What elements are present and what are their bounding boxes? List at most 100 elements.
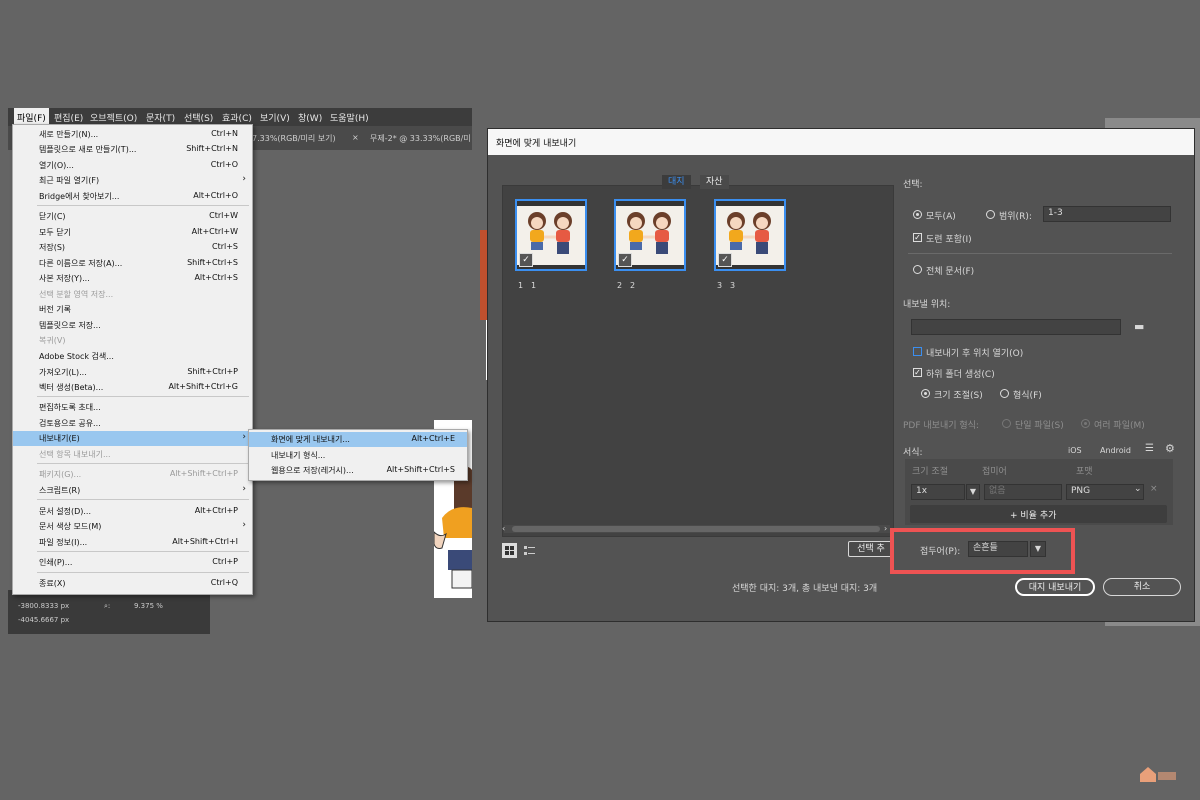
column-suffix: 접미어 [982, 467, 1007, 477]
doc-tab-2[interactable]: 무제-2* @ 33.33%(RGB/미 [370, 133, 471, 144]
full-document-radio[interactable] [913, 265, 922, 274]
by-size-radio[interactable] [921, 389, 930, 398]
include-bleed-label: 도련 포함(I) [926, 235, 972, 245]
pdf-single-label: 단일 파일(S) [1015, 421, 1064, 431]
menu-item-shortcut: Alt+Ctrl+S [194, 273, 238, 282]
file-menu-item[interactable]: 문서 설정(D)... Alt+Ctrl+P [13, 504, 252, 519]
android-preset-button[interactable]: Android [1100, 446, 1131, 455]
file-menu-item[interactable]: 가져오기(L)... Shift+Ctrl+P [13, 365, 252, 380]
open-after-export-checkbox[interactable] [913, 347, 922, 356]
close-tab-icon[interactable]: × [352, 133, 359, 142]
all-radio[interactable] [913, 210, 922, 219]
file-menu-item[interactable]: 편집하도록 초대... [13, 400, 252, 415]
file-menu-item[interactable]: 열기(O)... Ctrl+O [13, 158, 252, 173]
list-view-icon[interactable] [522, 543, 537, 558]
export-location-input[interactable] [911, 319, 1121, 335]
checkmark-icon[interactable]: ✓ [519, 253, 533, 267]
file-menu-item[interactable]: 최근 파일 열기(F) › [13, 173, 252, 188]
file-menu-item[interactable]: 버전 기록 [13, 302, 252, 317]
menubar-item[interactable]: 문자(T) [146, 111, 175, 124]
file-menu-item[interactable]: 선택 분할 영역 저장... [13, 287, 252, 302]
format-select[interactable]: PNG [1066, 484, 1144, 500]
menu-item-shortcut: Ctrl+S [211, 242, 238, 251]
file-menu-item[interactable]: Adobe Stock 검색... [13, 349, 252, 364]
file-menu-item[interactable]: 스크립트(R) › [13, 483, 252, 498]
chevron-down-icon[interactable]: ▼ [966, 484, 980, 500]
create-subfolders-checkbox[interactable]: ✓ [913, 368, 922, 377]
list-settings-icon[interactable]: ☰ [1145, 443, 1154, 454]
export-submenu-item[interactable]: 화면에 맞게 내보내기... Alt+Ctrl+E [249, 432, 467, 447]
menubar-item[interactable]: 도움말(H) [330, 111, 369, 124]
chevron-down-icon[interactable]: ⌄ [1134, 484, 1142, 494]
pdf-multiple-radio[interactable] [1081, 419, 1090, 428]
artboard-thumbnail[interactable]: ✓ [714, 199, 786, 271]
artboard-name[interactable]: 1 [531, 281, 536, 290]
menubar-item[interactable]: 선택(S) [184, 111, 213, 124]
folder-icon[interactable]: ▬ [1134, 320, 1144, 333]
checkmark-icon[interactable]: ✓ [618, 253, 632, 267]
grid-view-icon[interactable] [502, 543, 517, 558]
file-menu-item[interactable]: 검토용으로 공유... [13, 416, 252, 431]
file-menu-item[interactable]: 문서 색상 모드(M) › [13, 519, 252, 534]
gear-icon[interactable]: ⚙ [1165, 442, 1175, 455]
artboard-index: 2 [617, 281, 623, 290]
file-menu-item[interactable]: 파일 정보(I)... Alt+Shift+Ctrl+I [13, 535, 252, 550]
menu-item-shortcut: Shift+Ctrl+S [187, 258, 238, 267]
menubar-item[interactable]: 편집(E) [54, 111, 83, 124]
scale-select[interactable]: 1x [911, 484, 965, 500]
suffix-input[interactable]: 없음 [984, 484, 1062, 500]
file-menu-item[interactable]: 새로 만들기(N)... Ctrl+N [13, 127, 252, 142]
cancel-button[interactable]: 취소 [1103, 578, 1181, 596]
menu-item-label: Bridge에서 찾아보기... [39, 192, 120, 201]
scroll-right-icon[interactable]: › [884, 524, 887, 533]
by-format-radio[interactable] [1000, 389, 1009, 398]
artboard-thumbnail[interactable]: ✓ [515, 199, 587, 271]
search-icon: ⌕: [104, 602, 111, 610]
file-menu-item[interactable]: 사본 저장(Y)... Alt+Ctrl+S [13, 271, 252, 286]
file-menu-item[interactable]: 템플릿으로 저장... [13, 318, 252, 333]
file-menu-item[interactable]: 템플릿으로 새로 만들기(T)... Shift+Ctrl+N [13, 142, 252, 157]
file-menu-item[interactable]: Bridge에서 찾아보기... Alt+Ctrl+O [13, 189, 252, 204]
menu-item-label: 저장(S) [39, 243, 66, 252]
file-menu-item[interactable]: 닫기(C) Ctrl+W [13, 209, 252, 224]
file-menu-item[interactable]: 모두 닫기 Alt+Ctrl+W [13, 225, 252, 240]
artboard-thumbnail[interactable]: ✓ [614, 199, 686, 271]
horizontal-scrollbar[interactable] [504, 525, 890, 533]
menu-item-label: 문서 설정(D)... [39, 507, 92, 516]
file-menu-item[interactable]: 벡터 생성(Beta)... Alt+Shift+Ctrl+G [13, 380, 252, 395]
menubar-item[interactable]: 오브젝트(O) [90, 111, 137, 124]
doc-tab-1[interactable]: 7.33%(RGB/미리 보기) [252, 133, 336, 144]
dialog-title-bar: 화면에 맞게 내보내기 [488, 129, 1194, 155]
remove-row-icon[interactable]: × [1150, 484, 1158, 494]
include-bleed-checkbox[interactable]: ✓ [913, 233, 922, 242]
file-menu-item[interactable]: 다른 이름으로 저장(A)... Shift+Ctrl+S [13, 256, 252, 271]
menu-item-shortcut: Shift+Ctrl+P [187, 367, 238, 376]
artboard-name[interactable]: 3 [730, 281, 735, 290]
ios-preset-button[interactable]: iOS [1068, 446, 1082, 455]
checkmark-icon[interactable]: ✓ [718, 253, 732, 267]
range-radio[interactable] [986, 210, 995, 219]
tab-assets[interactable]: 자산 [700, 175, 729, 189]
export-submenu-item[interactable]: 웹용으로 저장(레거시)... Alt+Shift+Ctrl+S [249, 463, 467, 478]
open-after-export-label: 내보내기 후 위치 열기(O) [926, 349, 1024, 359]
range-input[interactable]: 1-3 [1043, 206, 1171, 222]
pdf-single-radio[interactable] [1002, 419, 1011, 428]
scroll-left-icon[interactable]: ‹ [502, 524, 505, 533]
export-artboard-button[interactable]: 대지 내보내기 [1015, 578, 1095, 596]
artboard-name[interactable]: 2 [630, 281, 635, 290]
file-menu-item[interactable]: 내보내기(E) › [13, 431, 252, 446]
file-menu-item[interactable]: 패키지(G)... Alt+Shift+Ctrl+P [13, 467, 252, 482]
status-text: 선택한 대지: 3개, 총 내보낸 대지: 3개 [732, 584, 878, 594]
file-menu-item[interactable]: 복귀(V) [13, 333, 252, 348]
select-button[interactable]: 선택 추 [848, 541, 894, 557]
tab-artboards[interactable]: 대지 [662, 175, 691, 189]
menubar-item[interactable]: 효과(C) [222, 111, 252, 124]
menubar-item[interactable]: 보기(V) [260, 111, 290, 124]
file-menu-item[interactable]: 인쇄(P)... Ctrl+P [13, 555, 252, 570]
add-scale-button[interactable]: + 비율 추가 [910, 505, 1167, 523]
file-menu-item[interactable]: 저장(S) Ctrl+S [13, 240, 252, 255]
file-menu-item[interactable]: 종료(X) Ctrl+Q [13, 576, 252, 591]
export-submenu-item[interactable]: 내보내기 형식... [249, 448, 467, 463]
file-menu-item[interactable]: 선택 항목 내보내기... [13, 447, 252, 462]
menubar-item[interactable]: 창(W) [298, 111, 322, 124]
